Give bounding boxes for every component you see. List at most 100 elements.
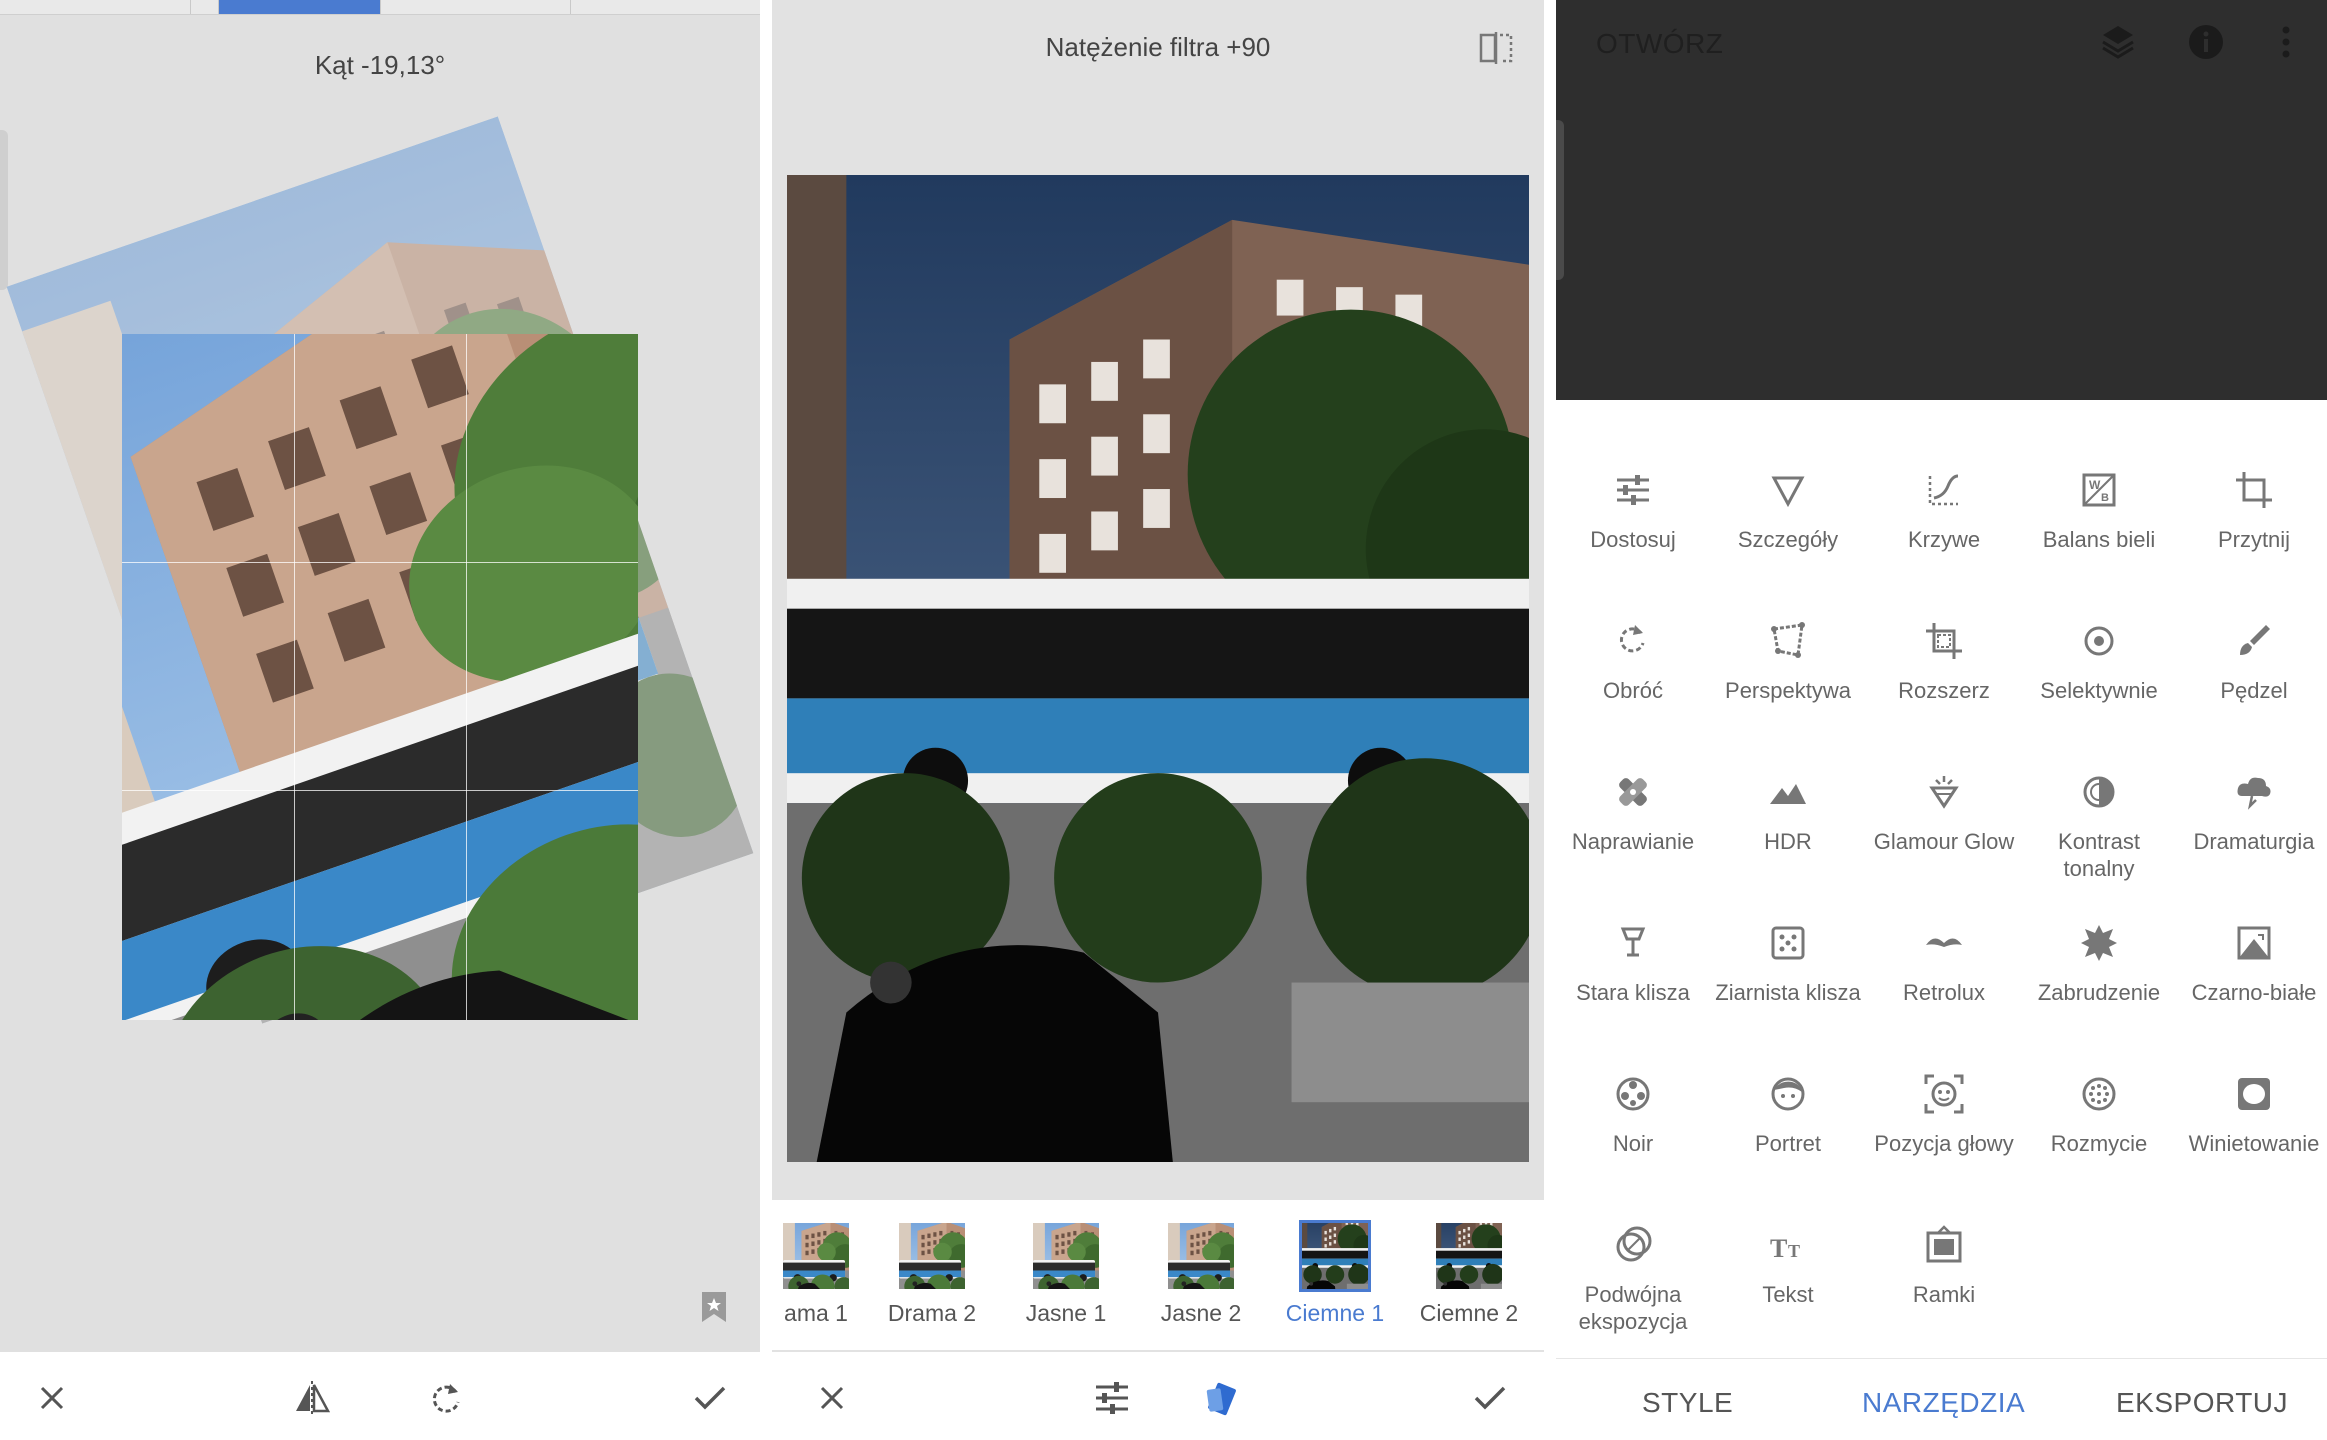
rotate-tab[interactable] [380, 0, 571, 14]
layers-icon[interactable] [2096, 20, 2140, 64]
tool-tonal[interactable]: Kontrast tonalny [2022, 770, 2176, 882]
rotate-toolbar [0, 1352, 760, 1440]
more-vertical-icon[interactable] [2264, 20, 2308, 64]
tool-grainy[interactable]: Ziarnista klisza [1711, 921, 1865, 1006]
filter-item[interactable]: ama 1 [772, 1220, 876, 1327]
tool-label: Krzywe [1907, 527, 1981, 552]
tool-label: Rozszerz [1898, 678, 1990, 703]
tool-perspective[interactable]: Perspektywa [1711, 619, 1865, 704]
filter-carousel[interactable]: ama 1 Drama 2 Jasne 1 Jasne 2 Ciemne 1 C… [772, 1200, 1544, 1350]
tool-glow[interactable]: Glamour Glow [1867, 770, 2021, 855]
tool-label: Dramaturgia [2193, 829, 2315, 854]
style-picker-icon[interactable] [1202, 1376, 1246, 1420]
tool-vintage[interactable]: Stara klisza [1556, 921, 1710, 1006]
grid-line [122, 790, 638, 791]
grainy-icon [1766, 921, 1810, 965]
tool-bw[interactable]: Czarno-białe [2177, 921, 2327, 1006]
tool-hdr[interactable]: HDR [1711, 770, 1865, 855]
tool-vignette[interactable]: Winietowanie [2177, 1072, 2327, 1157]
bottom-nav: STYLE NARZĘDZIA EKSPORTUJ [1556, 1358, 2327, 1440]
tool-double[interactable]: Podwójna ekspozycja [1556, 1223, 1710, 1335]
svg-text:T: T [1788, 1241, 1800, 1261]
tool-text[interactable]: T T Tekst [1711, 1223, 1865, 1308]
double-icon [1611, 1223, 1655, 1267]
tool-label: Stara klisza [1576, 980, 1690, 1005]
compare-icon[interactable] [1478, 30, 1514, 66]
tool-selective[interactable]: Selektywnie [2022, 619, 2176, 704]
tool-portrait[interactable]: Portret [1711, 1072, 1865, 1157]
tool-brush[interactable]: Pędzel [2177, 619, 2327, 704]
drawer-handle[interactable] [1556, 120, 1564, 280]
nav-export[interactable]: EKSPORTUJ [2116, 1387, 2288, 1419]
tool-wb[interactable]: W B Balans bieli [2022, 468, 2176, 553]
wb-icon: WB [2077, 468, 2121, 512]
filter-item-active[interactable]: Ciemne 1 [1275, 1220, 1395, 1327]
filter-label: Ciemne 1 [1285, 1300, 1385, 1326]
tool-rotate[interactable]: Obróć [1556, 619, 1710, 704]
noir-icon [1611, 1072, 1655, 1116]
info-icon[interactable] [2184, 20, 2228, 64]
filter-item[interactable]: Jasne 1 [1006, 1220, 1126, 1327]
nav-styles[interactable]: STYLE [1642, 1387, 1733, 1419]
sliders-icon[interactable] [1090, 1376, 1134, 1420]
tool-label: Czarno-białe [2191, 980, 2317, 1005]
tool-label: Winietowanie [2188, 1131, 2320, 1156]
tool-noir[interactable]: Noir [1556, 1072, 1710, 1157]
check-icon[interactable] [688, 1376, 732, 1420]
filter-label: ama 1 [784, 1300, 848, 1326]
tool-expand[interactable]: Rozszerz [1867, 619, 2021, 704]
tool-curves[interactable]: Krzywe [1867, 468, 2021, 553]
filter-item[interactable]: Jasne 2 [1141, 1220, 1261, 1327]
grid-line [466, 334, 467, 1020]
tools-header: OTWÓRZ [1556, 0, 2327, 400]
portrait-icon [1766, 1072, 1810, 1116]
drama-icon [2232, 770, 2276, 814]
tool-label: Obróć [1603, 678, 1663, 703]
tune-icon [1611, 468, 1655, 512]
filtered-photo-preview[interactable] [787, 175, 1529, 1162]
tool-label: Portret [1754, 1131, 1822, 1156]
expand-icon [1922, 619, 1966, 663]
tool-headpose[interactable]: Pozycja głowy [1867, 1072, 2021, 1157]
filter-label: Jasne 1 [1025, 1300, 1107, 1326]
filter-item[interactable]: Drama 2 [872, 1220, 992, 1327]
tool-details[interactable]: Szczegóły [1711, 468, 1865, 553]
tool-label: Selektywnie [2040, 678, 2158, 703]
tool-drama[interactable]: Dramaturgia [2177, 770, 2327, 855]
tool-retrolux[interactable]: Retrolux [1867, 921, 2021, 1006]
bookmark-icon[interactable] [700, 1290, 728, 1324]
tool-grunge[interactable]: Zabrudzenie [2022, 921, 2176, 1006]
filter-panel: Natężenie filtra +90 ama 1 Drama 2 Jasne… [772, 0, 1544, 1440]
tool-frames[interactable]: Ramki [1867, 1223, 2021, 1308]
flip-horizontal-icon[interactable] [290, 1376, 334, 1420]
check-icon[interactable] [1468, 1376, 1512, 1420]
tool-blur[interactable]: Rozmycie [2022, 1072, 2176, 1157]
tonal-icon [2077, 770, 2121, 814]
filter-thumbnail [780, 1220, 852, 1292]
drawer-handle[interactable] [0, 130, 8, 290]
healing-icon [1611, 770, 1655, 814]
rotate-icon[interactable] [424, 1376, 468, 1420]
tool-label: Balans bieli [2042, 527, 2156, 552]
close-icon[interactable] [30, 1376, 74, 1420]
panel-separator [1544, 0, 1556, 1440]
filter-item[interactable]: Ciemne 2 [1409, 1220, 1529, 1327]
filter-label: Ciemne 2 [1419, 1300, 1519, 1326]
tool-label: Retrolux [1903, 980, 1985, 1005]
filter-thumbnail [1165, 1220, 1237, 1292]
grid-line [294, 334, 295, 1020]
nav-tools[interactable]: NARZĘDZIA [1862, 1387, 2025, 1419]
tool-crop[interactable]: Przytnij [2177, 468, 2327, 553]
rotate-tab[interactable] [570, 0, 760, 14]
vignette-icon [2232, 1072, 2276, 1116]
open-button[interactable]: OTWÓRZ [1596, 28, 1723, 60]
crop-icon [2232, 468, 2276, 512]
crop-area[interactable] [122, 334, 638, 1020]
tool-label: Tekst [1762, 1282, 1814, 1307]
tool-healing[interactable]: Naprawianie [1556, 770, 1710, 855]
close-icon[interactable] [810, 1376, 854, 1420]
rotate-tab-active[interactable] [218, 0, 381, 14]
tool-tune[interactable]: Dostosuj [1556, 468, 1710, 553]
tool-label: Zabrudzenie [2037, 980, 2161, 1005]
rotate-panel: Kąt -19,13° [0, 0, 760, 1440]
